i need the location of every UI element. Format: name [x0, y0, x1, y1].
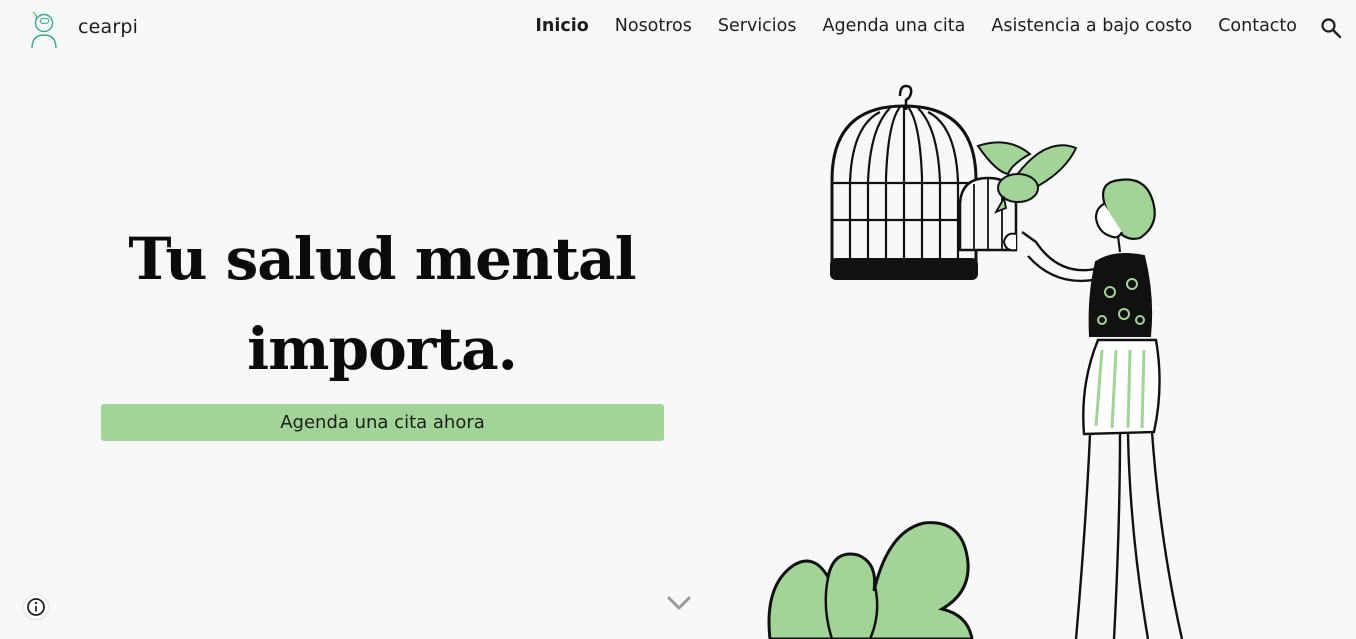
- info-icon[interactable]: [24, 595, 48, 619]
- main-nav: Inicio Nosotros Servicios Agenda una cit…: [535, 16, 1297, 36]
- nav-item-contacto[interactable]: Contacto: [1218, 16, 1297, 36]
- book-appointment-button[interactable]: Agenda una cita ahora: [101, 404, 664, 441]
- chevron-down-icon[interactable]: [666, 594, 692, 612]
- nav-item-inicio[interactable]: Inicio: [535, 16, 588, 36]
- hero-title: Tu salud mental importa.: [100, 214, 664, 394]
- logo-icon[interactable]: [26, 8, 62, 50]
- nav-item-agenda-una-cita[interactable]: Agenda una cita: [823, 16, 966, 36]
- nav-item-nosotros[interactable]: Nosotros: [615, 16, 692, 36]
- nav-item-servicios[interactable]: Servicios: [718, 16, 797, 36]
- search-icon[interactable]: [1320, 17, 1342, 39]
- hero-title-line-1: Tu salud mental: [128, 225, 636, 293]
- hero-title-line-2: importa.: [247, 315, 518, 383]
- nav-item-asistencia-a-bajo-costo[interactable]: Asistencia a bajo costo: [991, 16, 1192, 36]
- brand-name[interactable]: cearpi: [78, 16, 138, 38]
- site-header: cearpi Inicio Nosotros Servicios Agenda …: [0, 0, 1356, 58]
- woman-releasing-bird-illustration: [767, 84, 1184, 639]
- page: cearpi Inicio Nosotros Servicios Agenda …: [0, 0, 1356, 639]
